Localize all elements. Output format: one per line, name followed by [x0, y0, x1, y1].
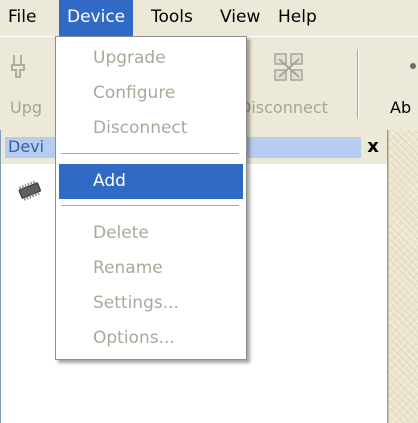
device-menu-rename[interactable]: Rename [59, 251, 243, 286]
upgrade-toolbar-label: Upg [10, 98, 43, 117]
menu-file[interactable]: File [0, 0, 44, 36]
device-dropdown-menu: Upgrade Configure Disconnect Add Delete … [55, 36, 247, 360]
menu-help[interactable]: Help [270, 0, 325, 36]
disconnect-toolbar-button[interactable]: Disconnect [239, 37, 347, 129]
workspace-background [388, 130, 418, 423]
device-menu-disconnect[interactable]: Disconnect [59, 111, 243, 146]
disconnect-icon [274, 53, 303, 81]
about-toolbar-label: Ab [390, 98, 412, 117]
menu-view[interactable]: View [212, 0, 268, 36]
device-menu-configure[interactable]: Configure [59, 76, 243, 111]
device-menu-add[interactable]: Add [59, 164, 243, 199]
menu-tools[interactable]: Tools [143, 0, 201, 36]
upgrade-icon [11, 55, 25, 78]
panel-close-button[interactable]: x [362, 135, 384, 159]
disconnect-toolbar-label: Disconnect [239, 98, 328, 117]
device-menu-delete[interactable]: Delete [59, 216, 243, 251]
menu-separator [61, 153, 239, 155]
toolbar-separator [357, 49, 359, 119]
menu-separator [61, 205, 239, 207]
menu-bar: File Device Tools View Help [0, 0, 418, 36]
about-toolbar-button[interactable]: Ab [362, 37, 418, 129]
device-menu-upgrade[interactable]: Upgrade [59, 41, 243, 76]
device-menu-options[interactable]: Options... [59, 321, 243, 356]
upgrade-toolbar-button[interactable]: Upg [0, 37, 56, 129]
device-chip-icon[interactable] [15, 180, 45, 202]
menu-device[interactable]: Device [59, 0, 134, 36]
about-icon [410, 63, 416, 69]
device-menu-settings[interactable]: Settings... [59, 286, 243, 321]
